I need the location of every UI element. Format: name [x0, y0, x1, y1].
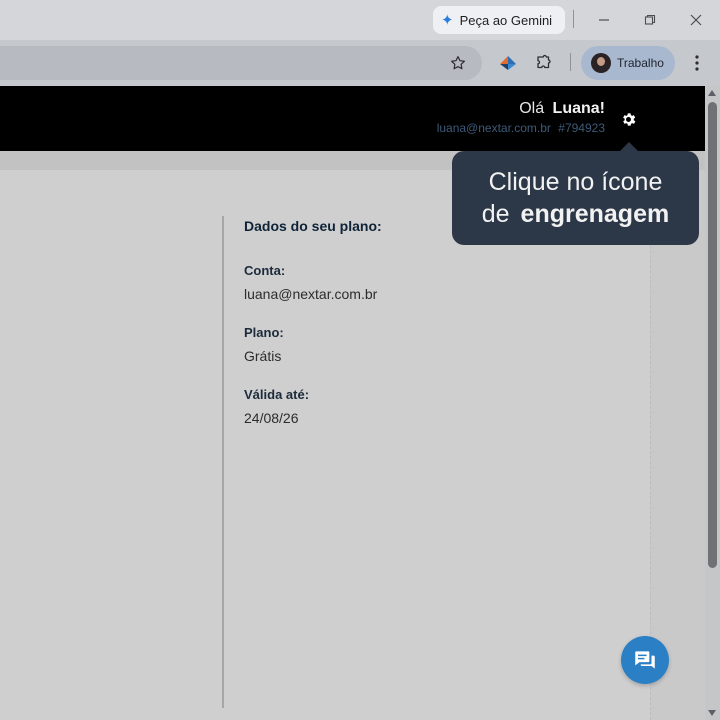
plan-field-label: Conta:	[244, 263, 286, 278]
plan-field-value: Grátis	[244, 348, 282, 364]
account-email: luana@nextar.com.br	[436, 121, 551, 135]
tooltip-line1: Clique no ícone	[488, 168, 663, 196]
chat-bubbles-icon	[635, 651, 655, 669]
tooltip-line2: de engrenagem	[482, 198, 669, 230]
maximize-icon[interactable]	[638, 8, 662, 32]
page-scrollbar[interactable]	[705, 86, 720, 720]
tooltip-line2-prefix: de	[481, 200, 510, 228]
plan-field-value: 24/08/26	[244, 410, 299, 426]
address-bar[interactable]	[0, 46, 482, 80]
profile-label: Trabalho	[617, 56, 664, 70]
close-icon[interactable]	[684, 8, 708, 32]
plan-field-label: Plano:	[244, 325, 284, 340]
titlebar-separator	[573, 10, 574, 28]
gear-icon[interactable]	[618, 109, 638, 129]
scroll-down-icon[interactable]	[708, 710, 716, 716]
plan-field-label: Válida até:	[244, 387, 310, 402]
toolbar-separator	[570, 53, 571, 71]
puzzle-extensions-icon[interactable]	[533, 52, 555, 74]
app-header: Olá Luana! luana@nextar.com.br #794923	[0, 86, 705, 151]
vertical-divider	[222, 216, 224, 708]
minimize-icon[interactable]	[592, 8, 616, 32]
chat-button[interactable]	[621, 636, 669, 684]
gear-hint-tooltip: Clique no ícone de engrenagem	[452, 142, 699, 245]
plan-details: Dados do seu plano: Conta: luana@nextar.…	[244, 218, 624, 449]
more-vert-icon[interactable]	[688, 52, 706, 74]
browser-titlebar: ✦ Peça ao Gemini	[0, 0, 720, 40]
account-info: luana@nextar.com.br #794923	[437, 121, 605, 135]
browser-toolbar: Trabalho	[0, 40, 720, 86]
ask-gemini-label: Peça ao Gemini	[459, 12, 553, 28]
star-icon[interactable]	[447, 52, 469, 74]
avatar	[591, 53, 611, 73]
ask-gemini-button[interactable]: ✦ Peça ao Gemini	[433, 6, 565, 34]
greeting-prefix: Olá	[519, 100, 545, 117]
tooltip-line2-bold: engrenagem	[520, 200, 670, 228]
plan-field-value: luana@nextar.com.br	[244, 286, 378, 302]
user-name: Luana!	[552, 100, 605, 117]
scroll-thumb[interactable]	[708, 102, 717, 568]
scroll-up-icon[interactable]	[708, 90, 716, 96]
account-id: #794923	[558, 121, 605, 135]
gemini-sparkle-icon: ✦	[441, 11, 454, 29]
greeting: Olá Luana!	[519, 100, 605, 118]
nextar-extension-icon[interactable]	[497, 52, 519, 74]
profile-button[interactable]: Trabalho	[581, 46, 675, 80]
